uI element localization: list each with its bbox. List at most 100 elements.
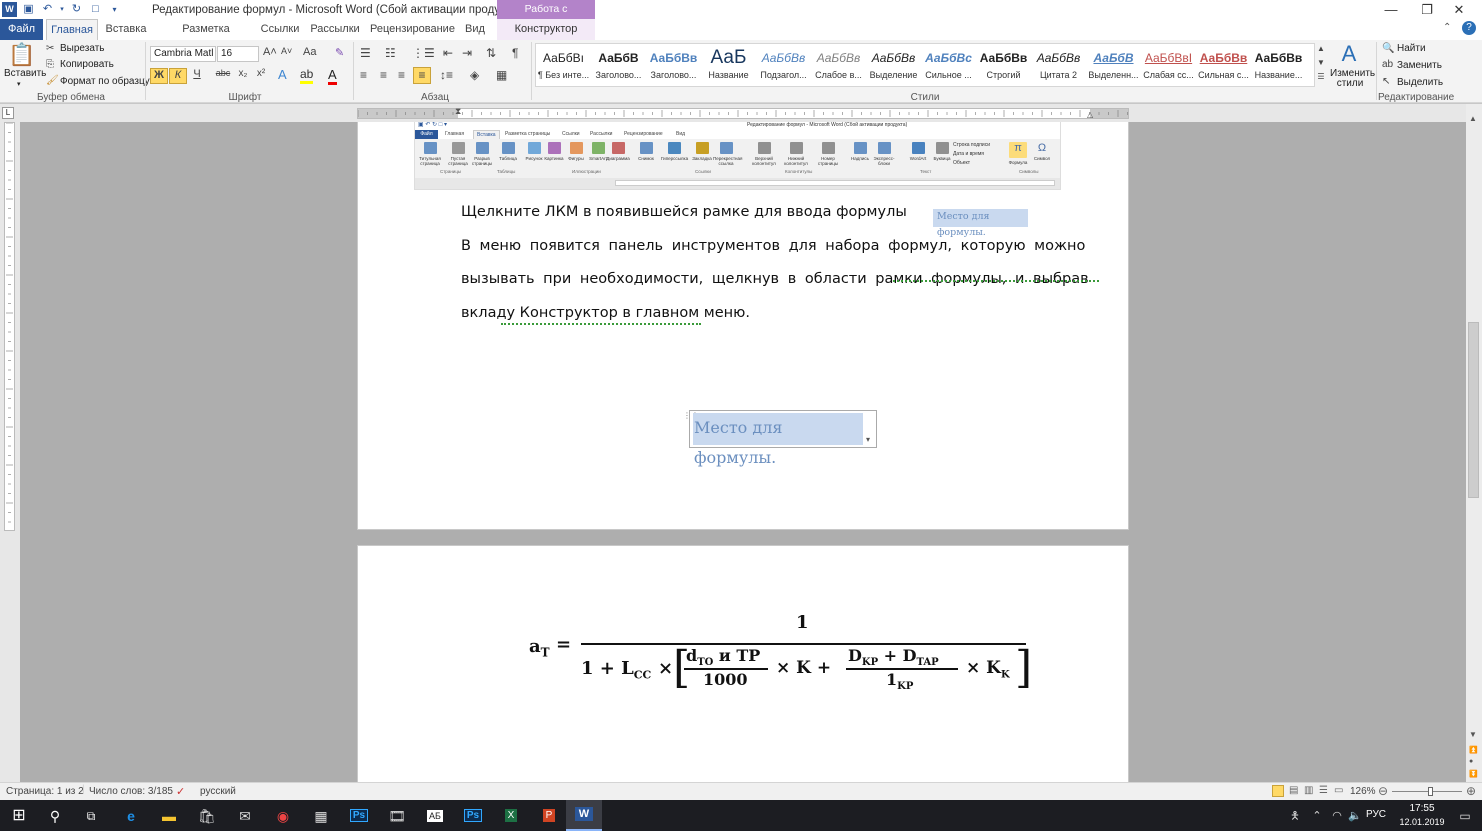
shrink-font-icon[interactable]: A˅ xyxy=(281,46,292,56)
video-editor-icon[interactable]: 🎞 xyxy=(382,804,412,828)
file-explorer-icon[interactable]: ▬ xyxy=(154,804,184,828)
format-painter-button[interactable]: Формат по образцу xyxy=(60,76,150,87)
underline-button[interactable]: Ч xyxy=(190,68,204,80)
next-page-icon[interactable]: ⏬ xyxy=(1469,770,1478,778)
style-item[interactable]: АаБ Название xyxy=(701,44,756,86)
style-item[interactable]: АаБбВı ¶ Без инте... xyxy=(536,44,591,86)
style-item[interactable]: АаБбВв Сильная с... xyxy=(1196,44,1251,86)
equation-container[interactable]: ⋮⋮ Место для формулы. ▾ xyxy=(683,410,877,467)
decrease-indent-icon[interactable]: ⇤ xyxy=(443,46,453,60)
prev-page-icon[interactable]: ⏫ xyxy=(1469,746,1478,754)
paste-icon[interactable]: 📋 xyxy=(8,42,36,70)
store-icon[interactable]: 🛍 xyxy=(192,804,222,828)
clock-time[interactable]: 17:55 xyxy=(1404,803,1440,814)
page-1[interactable]: Редактирование формул - Microsoft Word (… xyxy=(357,122,1129,530)
scrollbar-thumb[interactable] xyxy=(1468,322,1479,498)
bullets-icon[interactable]: ☰ xyxy=(360,46,371,60)
borders-icon[interactable]: ▦ xyxy=(496,68,507,82)
browse-object-icon[interactable]: ● xyxy=(1469,758,1473,765)
abbyy-icon[interactable]: АБ xyxy=(420,804,450,828)
strikethrough-button[interactable]: abc xyxy=(214,68,232,78)
print-layout-view-icon[interactable] xyxy=(1272,785,1284,797)
chrome-icon[interactable]: ◉ xyxy=(268,804,298,828)
calculator-icon[interactable]: ▦ xyxy=(306,804,336,828)
style-item[interactable]: АаБбВв Строгий xyxy=(976,44,1031,86)
customize-qat-icon[interactable]: ▾ xyxy=(107,2,122,17)
zoom-slider[interactable] xyxy=(1392,791,1462,792)
tab-page-layout[interactable]: Разметка страницы xyxy=(158,19,254,56)
line-spacing-icon[interactable]: ↕≡ xyxy=(440,68,453,82)
select-button[interactable]: Выделить xyxy=(1397,77,1443,88)
show-marks-icon[interactable]: ¶ xyxy=(512,46,518,60)
style-item[interactable]: АаБбВв Заголово... xyxy=(646,44,701,86)
word-taskbar-icon[interactable]: W xyxy=(566,800,602,831)
scroll-down-icon[interactable]: ▼ xyxy=(1469,730,1477,739)
shading-icon[interactable]: ◈ xyxy=(470,68,479,82)
tab-insert[interactable]: Вставка xyxy=(104,19,148,40)
paste-dropdown-icon[interactable]: ▾ xyxy=(17,80,21,88)
close-button[interactable]: ✕ xyxy=(1436,0,1482,19)
tab-home[interactable]: Главная xyxy=(46,19,98,40)
equation-options-icon[interactable]: ▾ xyxy=(866,435,870,444)
page-count[interactable]: Страница: 1 из 2 xyxy=(6,786,84,797)
zoom-in-icon[interactable]: ⊕ xyxy=(1466,784,1476,798)
align-left-icon[interactable]: ≡ xyxy=(360,68,367,82)
replace-button[interactable]: Заменить xyxy=(1397,60,1442,71)
windows-start-icon[interactable]: ⊞ xyxy=(4,804,34,828)
highlight-color-icon[interactable]: ab xyxy=(300,67,314,84)
undo-icon[interactable]: ↶ xyxy=(40,2,55,17)
help-icon[interactable]: ? xyxy=(1462,21,1476,35)
cut-button[interactable]: Вырезать xyxy=(60,43,104,54)
vertical-ruler[interactable] xyxy=(0,122,20,782)
bold-button[interactable]: Ж xyxy=(150,68,168,84)
style-item[interactable]: АаБбВвI Слабая сс... xyxy=(1141,44,1196,86)
language[interactable]: русский xyxy=(200,786,236,797)
change-case-icon[interactable]: Aa xyxy=(303,46,316,58)
tab-selector-icon[interactable]: L xyxy=(2,107,14,119)
tab-view[interactable]: Вид xyxy=(462,19,488,40)
find-button[interactable]: Найти xyxy=(1397,43,1426,54)
multilevel-list-icon[interactable]: ⋮☰ xyxy=(412,46,435,60)
task-view-icon[interactable]: ⧉ xyxy=(76,804,106,828)
style-item[interactable]: АаБбВв Слабое в... xyxy=(811,44,866,86)
new-document-icon[interactable]: □ xyxy=(88,2,103,17)
font-name-field[interactable]: Cambria Matl xyxy=(150,46,216,62)
word-app-icon[interactable]: W xyxy=(2,2,17,17)
style-item[interactable]: АаБбВс Сильное ... xyxy=(921,44,976,86)
align-center-icon[interactable]: ≡ xyxy=(380,68,387,82)
tab-constructor[interactable]: Конструктор xyxy=(497,19,595,40)
proofing-icon[interactable]: ✓ xyxy=(176,785,185,798)
clock-date[interactable]: 12.01.2019 xyxy=(1396,817,1448,827)
increase-indent-icon[interactable]: ⇥ xyxy=(462,46,472,60)
tab-review[interactable]: Рецензирование xyxy=(370,19,455,40)
zoom-slider-thumb[interactable] xyxy=(1428,787,1433,796)
numbering-icon[interactable]: ☷ xyxy=(385,46,396,60)
equation-placeholder[interactable]: Место для формулы. xyxy=(693,413,863,467)
text-effects-icon[interactable]: A xyxy=(278,67,287,82)
zoom-level[interactable]: 126% xyxy=(1350,786,1376,797)
superscript-button[interactable]: x² xyxy=(254,68,268,79)
mail-icon[interactable]: ✉ xyxy=(230,804,260,828)
gallery-more-icon[interactable]: ☰ xyxy=(1316,72,1326,81)
change-styles-button[interactable]: Изменить стили xyxy=(1330,69,1375,89)
paste-button[interactable]: Вставить xyxy=(4,68,46,79)
grow-font-icon[interactable]: A˄ xyxy=(263,46,277,58)
save-icon[interactable]: ▣ xyxy=(21,2,36,17)
photoshop-2-icon[interactable]: Ps xyxy=(458,804,488,828)
keyboard-language[interactable]: РУС xyxy=(1366,809,1386,820)
style-item[interactable]: АаБбВв Цитата 2 xyxy=(1031,44,1086,86)
copy-button[interactable]: Копировать xyxy=(60,59,114,70)
font-color-icon[interactable]: A xyxy=(328,67,337,85)
align-right-icon[interactable]: ≡ xyxy=(398,68,405,82)
style-item[interactable]: АаБбВ Выделенн... xyxy=(1086,44,1141,86)
outline-view-icon[interactable]: ☰ xyxy=(1319,785,1328,796)
subscript-button[interactable]: x₂ xyxy=(236,68,250,79)
web-layout-icon[interactable]: ▥ xyxy=(1304,785,1313,796)
tab-references[interactable]: Ссылки xyxy=(260,19,300,40)
gallery-scroll-up-icon[interactable]: ▲ xyxy=(1316,44,1326,53)
tab-mailings[interactable]: Рассылки xyxy=(310,19,360,40)
style-item[interactable]: АаБбВв Название... xyxy=(1251,44,1306,86)
font-size-field[interactable]: 16 xyxy=(217,46,259,62)
horizontal-ruler[interactable]: ⧗ △ xyxy=(357,106,1129,119)
redo-icon[interactable]: ↻ xyxy=(69,2,84,17)
